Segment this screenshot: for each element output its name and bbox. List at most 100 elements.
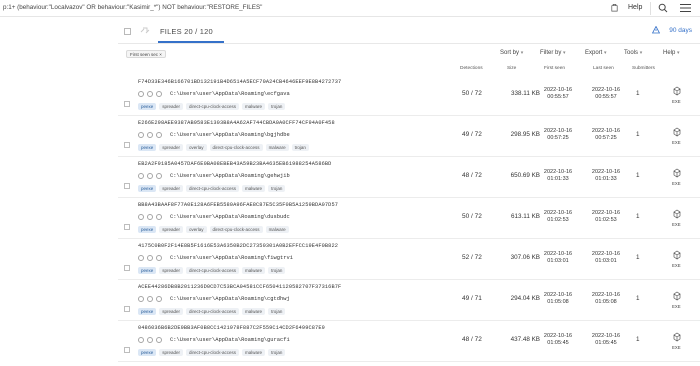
row-checkbox[interactable]	[124, 142, 130, 148]
tag[interactable]: direct-cpu-clock-access	[186, 185, 240, 192]
row-checkbox[interactable]	[124, 224, 130, 230]
last-seen: 2022-10-16 00:57:25	[586, 128, 626, 142]
last-seen-date: 2022-10-16	[591, 210, 621, 216]
submitters-count: 1	[636, 254, 640, 261]
tag[interactable]: direct-cpu-clock-access	[186, 349, 240, 356]
file-hash[interactable]: 4175C0B0F2F14E8B5F1616E53A6350B2DC273503…	[138, 243, 338, 249]
table-row[interactable]: F74D33E346B166701BD132191B4D6514A5ECF70A…	[118, 76, 700, 116]
clock-icon	[147, 337, 153, 343]
tag[interactable]: malware	[242, 308, 266, 315]
circle-icon	[138, 91, 144, 97]
select-all-checkbox[interactable]	[124, 28, 131, 35]
tag[interactable]: spreader	[159, 308, 184, 315]
column-header-first-seen[interactable]: First seen	[544, 66, 565, 71]
tag[interactable]: direct-cpu-clock-access	[186, 308, 240, 315]
file-path: C:\Users\user\AppData\Roaming\ecfgava	[170, 91, 290, 97]
first-seen: 2022-10-16 00:57:25	[538, 128, 578, 142]
menu-icon[interactable]	[680, 3, 691, 13]
row-checkbox[interactable]	[124, 347, 130, 353]
tag[interactable]: spreader	[159, 349, 184, 356]
file-hash[interactable]: F74D33E346B166701BD132191B4D6514A5ECF70A…	[138, 79, 341, 85]
chevron-down-icon: ▾	[639, 50, 643, 56]
last-seen-date: 2022-10-16	[591, 292, 621, 298]
tag[interactable]: malware	[242, 267, 266, 274]
table-row[interactable]: E266E298AEE9387AB9583E1303B8A4A62AF744CB…	[118, 117, 700, 157]
tag[interactable]: malware	[265, 144, 289, 151]
help-link[interactable]: Help	[628, 4, 642, 11]
tag[interactable]: peexe	[138, 103, 157, 110]
tag[interactable]: direct-cpu-clock-access	[209, 226, 263, 233]
tag[interactable]: malware	[242, 185, 266, 192]
tag[interactable]: peexe	[138, 308, 157, 315]
link-icon[interactable]	[140, 26, 150, 36]
table-row[interactable]: ACEE44286DB8B2011236D0CD7C53BCA04581CCF6…	[118, 281, 700, 321]
sort-by-dropdown[interactable]: Sort by ▾	[500, 50, 523, 56]
help-dropdown[interactable]: Help ▾	[663, 50, 680, 56]
column-header-size[interactable]: Size	[507, 66, 516, 71]
filter-chip[interactable]: First seen sec ×	[126, 50, 166, 58]
tag[interactable]: spreader	[159, 185, 184, 192]
file-hash[interactable]: EB2A2F9185A0457DAF6E0BA08EBEB43A59B23BA4…	[138, 161, 331, 167]
row-checkbox[interactable]	[124, 183, 130, 189]
tag[interactable]: trojan	[268, 103, 286, 110]
tag[interactable]: trojan	[268, 308, 286, 315]
tag[interactable]: malware	[242, 349, 266, 356]
first-seen-time: 00:57:25	[547, 135, 569, 141]
divider	[650, 2, 651, 15]
file-hash[interactable]: ACEE44286DB8B2011236D0CD7C53BCA04581CCF6…	[138, 284, 341, 290]
table-row[interactable]: 4175C0B0F2F14E8B5F1616E53A6350B2DC273503…	[118, 240, 700, 280]
tag[interactable]: peexe	[138, 185, 157, 192]
table-row[interactable]: BB8A43BAAF8F77A0E128A6FEB5580A96FAE8C87E…	[118, 199, 700, 239]
submitters-count: 1	[636, 213, 640, 220]
column-header-detections[interactable]: Detections	[460, 66, 483, 71]
tag[interactable]: spreader	[159, 226, 184, 233]
file-hash[interactable]: 0486036B6B2DE9BB3AF0B8CC1421978F887C2F55…	[138, 325, 325, 331]
tag[interactable]: overlay	[186, 226, 207, 233]
tag[interactable]: malware	[242, 103, 266, 110]
file-size: 294.04 KB	[510, 295, 540, 302]
search-icon[interactable]	[658, 3, 668, 13]
tag[interactable]: spreader	[159, 103, 184, 110]
file-hash[interactable]: BB8A43BAAF8F77A0E128A6FEB5580A96FAE8C87E…	[138, 202, 338, 208]
tag[interactable]: spreader	[159, 144, 184, 151]
table-row[interactable]: EB2A2F9185A0457DAF6E0BA08EBEB43A59B23BA4…	[118, 158, 700, 198]
tag[interactable]: direct-cpu-clock-access	[209, 144, 263, 151]
submitters-count: 1	[636, 336, 640, 343]
tag[interactable]: trojan	[268, 185, 286, 192]
file-path: C:\Users\user\AppData\Roaming\cgtdhwj	[170, 296, 290, 302]
tag[interactable]: direct-cpu-clock-access	[186, 267, 240, 274]
exe-file-icon	[673, 332, 681, 342]
tag[interactable]: peexe	[138, 144, 157, 151]
time-range-label[interactable]: 90 days	[669, 27, 692, 34]
tag[interactable]: direct-cpu-clock-access	[186, 103, 240, 110]
tag[interactable]: trojan	[268, 267, 286, 274]
search-query[interactable]: p:1+ (behaviour:"Localvazov" OR behaviou…	[3, 4, 262, 11]
first-seen-time: 01:02:53	[547, 217, 569, 223]
tag[interactable]: peexe	[138, 226, 157, 233]
table-row[interactable]: 0486036B6B2DE9BB3AF0B8CC1421978F887C2F55…	[118, 322, 700, 362]
circle-icon	[138, 255, 144, 261]
column-header-submitters[interactable]: Submitters	[632, 66, 655, 71]
row-checkbox[interactable]	[124, 101, 130, 107]
file-path: C:\Users\user\AppData\Roaming\guracfi	[170, 337, 290, 343]
tag[interactable]: peexe	[138, 349, 157, 356]
tag[interactable]: overlay	[186, 144, 207, 151]
export-dropdown[interactable]: Export ▾	[585, 50, 607, 56]
tag[interactable]: trojan	[291, 144, 309, 151]
first-seen-date: 2022-10-16	[543, 292, 573, 298]
tag[interactable]: malware	[265, 226, 289, 233]
row-checkbox[interactable]	[124, 265, 130, 271]
sort-by-label: Sort by	[500, 50, 520, 56]
row-checkbox[interactable]	[124, 306, 130, 312]
file-hash[interactable]: E266E298AEE9387AB9583E1303B8A4A62AF744CB…	[138, 120, 335, 126]
tag[interactable]: peexe	[138, 267, 157, 274]
last-seen: 2022-10-16 01:02:53	[586, 210, 626, 224]
column-header-last-seen[interactable]: Last seen	[593, 66, 614, 71]
last-seen-time: 01:01:33	[595, 176, 617, 182]
tab-files[interactable]: FILES 20 / 120	[160, 27, 213, 36]
filter-by-dropdown[interactable]: Filter by ▾	[540, 50, 566, 56]
tag[interactable]: spreader	[159, 267, 184, 274]
tag[interactable]: trojan	[268, 349, 286, 356]
tools-dropdown[interactable]: Tools ▾	[624, 50, 642, 56]
help-icon[interactable]	[610, 3, 619, 12]
